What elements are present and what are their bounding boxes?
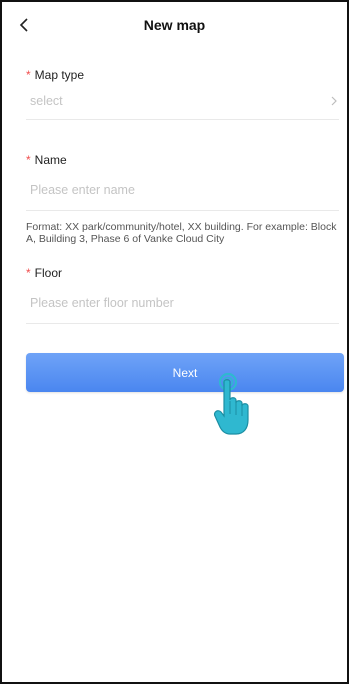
floor-input[interactable]: Please enter floor number [30,293,339,313]
map-type-label: * Map type [26,68,84,82]
divider [26,210,339,211]
required-mark: * [26,68,31,82]
name-placeholder: Please enter name [30,183,135,197]
floor-label: * Floor [26,266,62,280]
name-format-hint: Format: XX park/community/hotel, XX buil… [26,221,337,245]
phone-screen: New map * Map type select * Name Please en… [0,0,349,684]
floor-label-text: Floor [34,266,63,280]
hand-pointer-icon [212,372,256,440]
map-type-select[interactable]: select [30,91,339,111]
page-title: New map [143,17,206,33]
map-type-placeholder: select [30,94,63,108]
map-type-label-text: Map type [34,68,85,82]
chevron-right-icon [329,93,339,109]
divider [26,323,339,324]
name-input[interactable]: Please enter name [30,180,339,200]
required-mark: * [26,266,31,280]
divider [26,119,339,120]
required-mark: * [26,153,31,167]
header-bar: New map [2,2,347,48]
floor-placeholder: Please enter floor number [30,296,174,310]
next-button[interactable]: Next [26,353,344,392]
name-label: * Name [26,153,67,167]
name-label-text: Name [34,153,67,167]
